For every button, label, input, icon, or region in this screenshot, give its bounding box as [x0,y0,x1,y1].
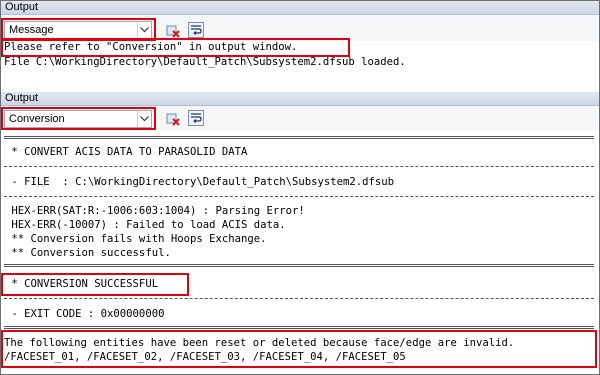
output-line: File C:\WorkingDirectory\Default_Patch\S… [4,56,406,68]
output-line: /FACESET_01, /FACESET_02, /FACESET_03, /… [4,351,406,363]
output-source-value: Conversion [9,113,65,125]
output-line: The following entities have been reset o… [4,337,515,349]
output-line: HEX-ERR(SAT:R:-1006:603:1004) : Parsing … [5,205,305,217]
separator [4,166,594,167]
output-line: Please refer to "Conversion" in output w… [4,41,298,53]
separator [4,196,594,197]
output-panel-title: Output [1,92,599,106]
output-header: * CONVERT ACIS DATA TO PARASOLID DATA [5,146,248,158]
clear-output-button[interactable] [165,111,181,127]
output-line: ** Conversion fails with Hoops Exchange. [5,233,267,245]
chevron-down-icon[interactable] [137,111,151,127]
clear-output-icon [166,25,180,38]
output-line: HEX-ERR(-10007) : Failed to load ACIS da… [5,219,286,231]
word-wrap-toggle[interactable] [188,22,204,38]
output-source-select[interactable]: Conversion [4,110,152,128]
toggle-word-wrap-icon [191,113,202,123]
output-source-select[interactable]: Message [4,21,152,39]
chevron-down-icon[interactable] [137,22,151,38]
clear-output-button[interactable] [165,23,181,39]
output-toolbar: Message [1,15,599,41]
word-wrap-toggle[interactable] [188,110,204,126]
output-line: ** Conversion successful. [5,247,171,259]
exit-code-line: - EXIT CODE : 0x00000000 [5,308,165,320]
output-toolbar: Conversion [1,106,599,130]
clear-output-icon [166,113,180,126]
conversion-status-line: * CONVERSION SUCCESSFUL [5,278,159,290]
output-file-line: - FILE : C:\WorkingDirectory\Default_Pat… [5,176,395,188]
toggle-word-wrap-icon [191,25,202,35]
output-source-value: Message [9,24,54,36]
output-panel-title: Output [1,1,599,15]
separator [4,298,594,299]
separator [4,264,594,267]
separator [4,136,594,139]
separator [4,326,594,329]
